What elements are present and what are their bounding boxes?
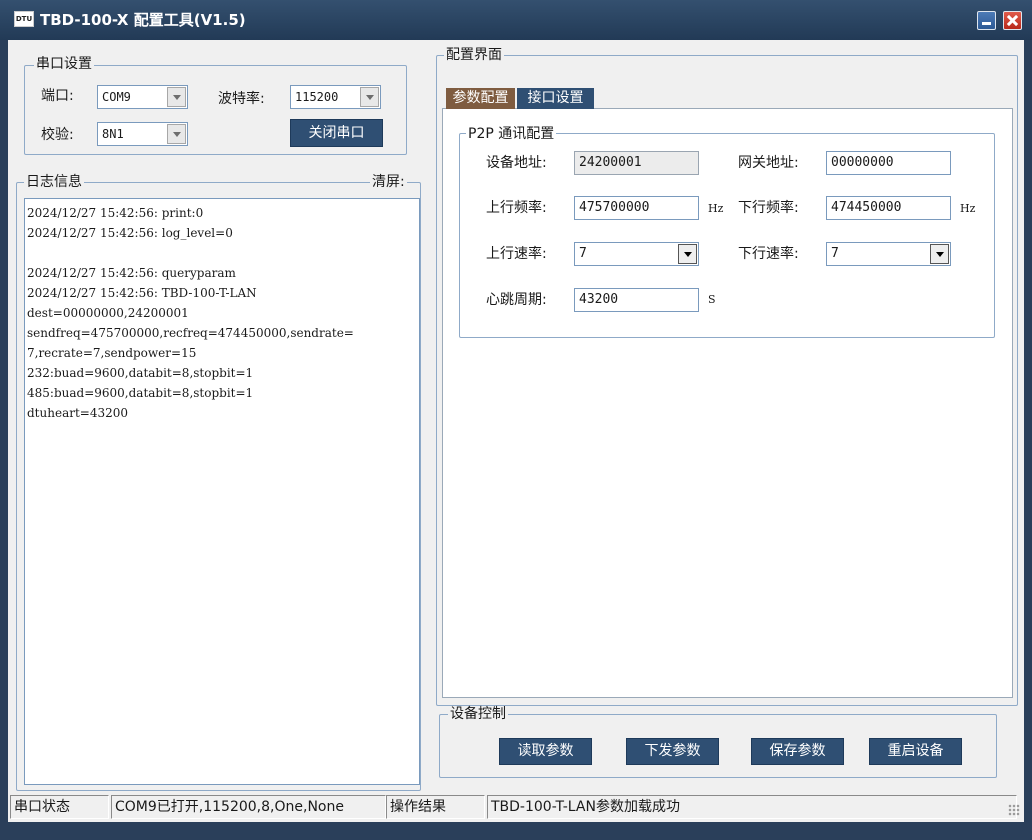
- serial-settings-legend: 串口设置: [34, 56, 94, 72]
- downlink-rate-select[interactable]: 7: [826, 242, 951, 266]
- uplink-frequency-label: 上行频率:: [486, 200, 547, 216]
- port-label: 端口:: [41, 88, 74, 104]
- close-icon[interactable]: [1003, 11, 1022, 30]
- log-line: 485:buad=9600,databit=8,stopbit=1: [27, 386, 254, 400]
- log-line: 2024/12/27 15:42:56: queryparam: [27, 266, 236, 280]
- result-value: TBD-100-T-LAN参数加载成功: [487, 795, 1017, 819]
- tab-interface[interactable]: 接口设置: [517, 88, 594, 109]
- baud-select[interactable]: 115200: [290, 85, 381, 109]
- status-bar: 串口状态 COM9已打开,115200,8,One,None 操作结果 TBD-…: [8, 795, 1024, 819]
- log-line: 7,recrate=7,sendpower=15: [27, 346, 197, 360]
- baud-value: 115200: [295, 90, 339, 104]
- heartbeat-field[interactable]: 43200: [574, 288, 699, 312]
- downlink-rate-label: 下行速率:: [738, 246, 799, 262]
- serial-status-label: 串口状态: [10, 795, 109, 819]
- log-line: dest=00000000,24200001: [27, 306, 189, 320]
- p2p-legend: P2P 通讯配置: [466, 126, 557, 142]
- downlink-frequency-unit: Hz: [960, 202, 976, 215]
- gateway-address-field[interactable]: 00000000: [826, 151, 951, 175]
- uplink-rate-label: 上行速率:: [486, 246, 547, 262]
- close-port-button[interactable]: 关闭串口: [290, 119, 383, 147]
- heartbeat-label: 心跳周期:: [486, 292, 547, 308]
- uplink-frequency-field[interactable]: 475700000: [574, 196, 699, 220]
- log-legend: 日志信息: [24, 174, 84, 190]
- device-address-label: 设备地址:: [486, 155, 547, 171]
- parity-label: 校验:: [41, 127, 74, 143]
- device-address-field[interactable]: 24200001: [574, 151, 699, 175]
- device-control-legend: 设备控制: [448, 706, 508, 722]
- title-bar: DTU TBD-100-X 配置工具(V1.5): [0, 0, 1032, 40]
- resize-grip-icon[interactable]: [1008, 804, 1020, 816]
- chevron-down-icon[interactable]: [930, 244, 949, 264]
- p2p-legend-text: P2P 通讯配置: [468, 126, 555, 142]
- app-icon: DTU: [14, 11, 34, 27]
- log-line: 2024/12/27 15:42:56: TBD-100-T-LAN: [27, 286, 257, 300]
- parity-select[interactable]: 8N1: [97, 122, 188, 146]
- log-line: 2024/12/27 15:42:56: log_level=0: [27, 226, 233, 240]
- port-value: COM9: [102, 90, 131, 104]
- chevron-down-icon[interactable]: [678, 244, 697, 264]
- config-legend: 配置界面: [444, 47, 504, 63]
- window-title: TBD-100-X 配置工具(V1.5): [40, 11, 246, 29]
- heartbeat-unit: S: [708, 293, 716, 306]
- parity-value: 8N1: [102, 127, 124, 141]
- uplink-rate-select[interactable]: 7: [574, 242, 699, 266]
- read-params-button[interactable]: 读取参数: [499, 738, 592, 765]
- window-frame-bottom: [0, 822, 1032, 840]
- restart-device-button[interactable]: 重启设备: [869, 738, 962, 765]
- log-line: 2024/12/27 15:42:56: print:0: [27, 206, 204, 220]
- chevron-down-icon[interactable]: [167, 124, 186, 144]
- result-label: 操作结果: [386, 795, 485, 819]
- minimize-icon[interactable]: [977, 11, 996, 30]
- chevron-down-icon[interactable]: [360, 87, 379, 107]
- log-line: dtuheart=43200: [27, 406, 129, 420]
- baud-label: 波特率:: [218, 91, 265, 107]
- log-textarea[interactable]: 2024/12/27 15:42:56: print:0 2024/12/27 …: [24, 198, 420, 785]
- downlink-frequency-label: 下行频率:: [738, 200, 799, 216]
- main-window: 串口设置 端口: COM9 波特率: 115200 校验: 8N1 关闭串口 日…: [8, 40, 1024, 822]
- save-params-button[interactable]: 保存参数: [751, 738, 844, 765]
- port-select[interactable]: COM9: [97, 85, 188, 109]
- clear-screen-link[interactable]: 清屏:: [370, 174, 407, 190]
- log-line: sendfreq=475700000,recfreq=474450000,sen…: [27, 326, 354, 340]
- downlink-rate-value: 7: [831, 246, 839, 261]
- uplink-frequency-unit: Hz: [708, 202, 724, 215]
- chevron-down-icon[interactable]: [167, 87, 186, 107]
- send-params-button[interactable]: 下发参数: [626, 738, 719, 765]
- downlink-frequency-field[interactable]: 474450000: [826, 196, 951, 220]
- tab-params[interactable]: 参数配置: [446, 88, 515, 109]
- gateway-address-label: 网关地址:: [738, 155, 799, 171]
- serial-status-value: COM9已打开,115200,8,One,None: [111, 795, 386, 819]
- log-line: 232:buad=9600,databit=8,stopbit=1: [27, 366, 254, 380]
- uplink-rate-value: 7: [579, 246, 587, 261]
